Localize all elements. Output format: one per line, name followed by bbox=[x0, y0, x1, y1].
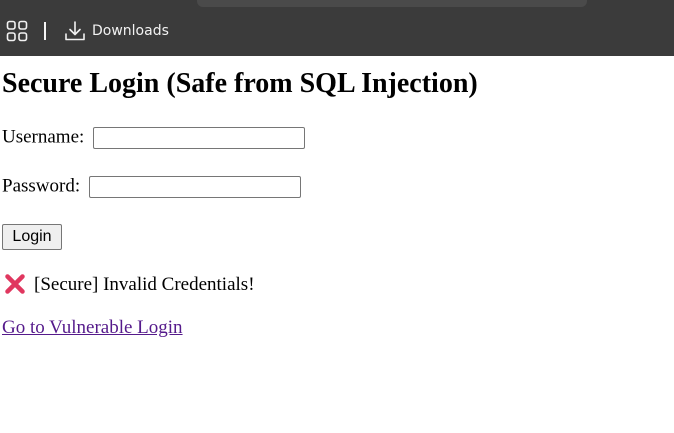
page-title: Secure Login (Safe from SQL Injection) bbox=[2, 68, 478, 99]
password-label: Password: bbox=[2, 175, 81, 197]
toolbar-divider bbox=[44, 22, 46, 40]
status-message-text: [Secure] Invalid Credentials! bbox=[34, 274, 255, 295]
download-icon bbox=[65, 21, 85, 41]
apps-grid-icon[interactable] bbox=[6, 20, 28, 42]
downloads-label: Downloads bbox=[92, 23, 169, 39]
password-row: Password: bbox=[2, 173, 301, 200]
username-input[interactable] bbox=[93, 126, 306, 149]
username-row: Username: bbox=[2, 124, 306, 151]
login-button[interactable]: Login bbox=[2, 224, 62, 250]
cross-mark-icon bbox=[5, 273, 25, 294]
address-bar-edge[interactable] bbox=[197, 0, 587, 7]
vulnerable-login-link[interactable]: Go to Vulnerable Login bbox=[2, 315, 183, 341]
password-input[interactable] bbox=[88, 175, 301, 198]
status-message: [Secure] Invalid Credentials! bbox=[2, 272, 255, 298]
username-label: Username: bbox=[2, 126, 85, 148]
browser-toolbar: Downloads bbox=[0, 0, 674, 56]
